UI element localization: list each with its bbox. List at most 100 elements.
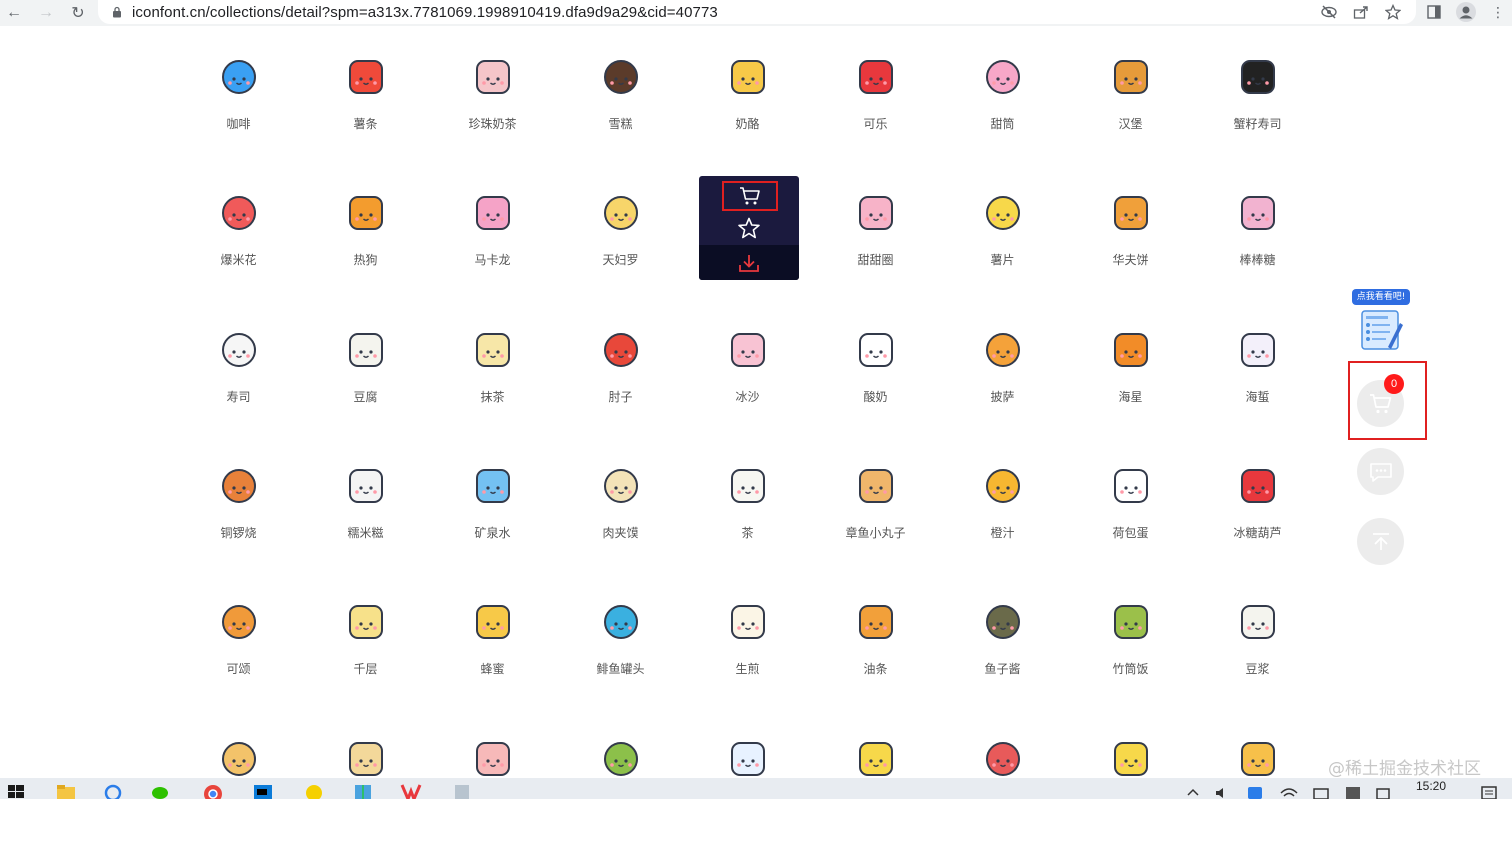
app-blue-green-icon[interactable] xyxy=(352,781,374,799)
icon-label: 甜筒 xyxy=(990,117,1015,131)
icon-cell[interactable]: 蟹籽寿司 xyxy=(1194,36,1321,172)
icon-cell[interactable]: 茶 xyxy=(684,445,811,581)
icon-cell[interactable]: 奶酪 xyxy=(684,36,811,172)
icon-cell[interactable]: 海蜇 xyxy=(1194,309,1321,445)
food-icon xyxy=(221,605,256,639)
icon-cell[interactable]: 糯米糍 xyxy=(302,445,429,581)
download-icon xyxy=(739,255,759,272)
icon-label: 竹筒饭 xyxy=(1112,662,1149,676)
icon-cell[interactable]: 蜂蜜 xyxy=(429,581,556,717)
tray-device-icon[interactable] xyxy=(1310,781,1332,799)
share-icon[interactable] xyxy=(1350,2,1372,22)
chrome-icon[interactable] xyxy=(202,781,224,799)
clipboard-illustration-icon[interactable] xyxy=(1358,307,1404,353)
icon-cell[interactable]: 豆浆 xyxy=(1194,581,1321,717)
icon-cell[interactable]: 油条 xyxy=(812,581,939,717)
icon-label: 热狗 xyxy=(353,253,378,267)
icon-label: 汉堡 xyxy=(1118,117,1143,131)
bookmark-star-icon[interactable] xyxy=(1382,2,1404,22)
file-explorer-icon[interactable] xyxy=(55,781,77,799)
tray-chevron-icon[interactable] xyxy=(1182,781,1204,799)
watermark: @稀土掘金技术社区 xyxy=(1328,759,1481,779)
icon-cell[interactable]: 冰糖葫芦 xyxy=(1194,445,1321,581)
icon-label: 冰糖葫芦 xyxy=(1233,526,1282,540)
icon-cell[interactable]: 珍珠奶茶 xyxy=(429,36,556,172)
icon-cell[interactable]: 寿司 xyxy=(175,309,302,445)
icon-label: 寿司 xyxy=(226,390,251,404)
tip-bubble[interactable]: 点我看看吧! xyxy=(1352,289,1410,305)
icon-cell[interactable]: 矿泉水 xyxy=(429,445,556,581)
tray-app-icon[interactable] xyxy=(1244,781,1266,799)
webstorm-icon[interactable] xyxy=(252,781,274,799)
icon-cell[interactable]: 千层 xyxy=(302,581,429,717)
download-button[interactable] xyxy=(736,252,762,274)
icon-cell[interactable]: 薯条 xyxy=(302,36,429,172)
icon-cell[interactable]: 咖啡 xyxy=(175,36,302,172)
collect-button[interactable] xyxy=(736,216,762,240)
eye-off-icon[interactable] xyxy=(1318,2,1340,22)
app-gray-icon[interactable] xyxy=(451,781,473,799)
icon-cell[interactable]: 甜甜圈 xyxy=(812,172,939,308)
add-to-cart-button[interactable] xyxy=(722,181,778,211)
food-icon xyxy=(858,742,893,776)
food-icon xyxy=(475,333,510,367)
icon-cell[interactable]: 冰沙 xyxy=(684,309,811,445)
search-app-icon[interactable] xyxy=(102,781,124,799)
icon-cell[interactable]: 华夫饼 xyxy=(1067,172,1194,308)
address-bar[interactable]: iconfont.cn/collections/detail?spm=a313x… xyxy=(98,0,1416,24)
tray-misc-icon[interactable] xyxy=(1372,781,1394,799)
icon-cell[interactable]: 可乐 xyxy=(812,36,939,172)
icon-cell[interactable]: 天妇罗 xyxy=(557,172,684,308)
wechat-icon[interactable] xyxy=(150,781,172,799)
icon-cell[interactable]: 荷包蛋 xyxy=(1067,445,1194,581)
icon-cell[interactable]: 鱼子酱 xyxy=(939,581,1066,717)
icon-cell[interactable]: 棒棒糖 xyxy=(1194,172,1321,308)
icon-cell[interactable]: 雪糕 xyxy=(557,36,684,172)
icon-cell[interactable]: 鲱鱼罐头 xyxy=(557,581,684,717)
icon-label: 茶 xyxy=(741,526,754,540)
menu-dots-icon[interactable]: ⋮ xyxy=(1486,2,1510,22)
icon-cell[interactable]: 生煎 xyxy=(684,581,811,717)
icon-label: 橙汁 xyxy=(990,526,1015,540)
icon-cell[interactable]: 薯片 xyxy=(939,172,1066,308)
lock-icon[interactable] xyxy=(110,5,124,19)
icon-label: 薯条 xyxy=(353,117,378,131)
icon-cell[interactable]: 甜筒 xyxy=(939,36,1066,172)
windows-start-icon[interactable] xyxy=(6,781,28,799)
reload-icon[interactable]: ↻ xyxy=(66,3,90,23)
icon-cell[interactable]: 肘子 xyxy=(557,309,684,445)
taskbar: 15:20 xyxy=(0,778,1512,799)
icon-cell[interactable]: 汉堡 xyxy=(1067,36,1194,172)
icon-cell[interactable]: 海星 xyxy=(1067,309,1194,445)
icon-cell[interactable]: 马卡龙 xyxy=(429,172,556,308)
wifi-icon[interactable] xyxy=(1278,781,1300,799)
icon-cell[interactable]: 豆腐 xyxy=(302,309,429,445)
input-method-icon[interactable] xyxy=(1342,781,1364,799)
icon-cell[interactable]: 披萨 xyxy=(939,309,1066,445)
food-icon xyxy=(603,60,638,94)
icon-cell[interactable]: 肉夹馍 xyxy=(557,445,684,581)
side-panel-icon[interactable] xyxy=(1422,2,1446,22)
back-to-top-button[interactable] xyxy=(1357,518,1404,565)
icon-cell[interactable]: 章鱼小丸子 xyxy=(812,445,939,581)
icon-cell[interactable]: 铜锣烧 xyxy=(175,445,302,581)
profile-avatar-icon[interactable] xyxy=(1454,2,1478,22)
arrow-up-icon xyxy=(1372,532,1389,550)
icon-cell[interactable]: 爆米花 xyxy=(175,172,302,308)
icon-cell[interactable]: 抹茶 xyxy=(429,309,556,445)
app-yellow-icon[interactable] xyxy=(303,781,325,799)
floating-chat-button[interactable] xyxy=(1357,448,1404,495)
icon-cell[interactable]: 竹筒饭 xyxy=(1067,581,1194,717)
icon-cell[interactable]: 橙汁 xyxy=(939,445,1066,581)
food-icon xyxy=(1113,469,1148,503)
icon-cell[interactable]: 热狗 xyxy=(302,172,429,308)
icon-label: 鱼子酱 xyxy=(984,662,1021,676)
wps-icon[interactable] xyxy=(400,781,422,799)
icon-label: 铜锣烧 xyxy=(220,526,257,540)
notification-icon[interactable] xyxy=(1478,781,1500,799)
icon-cell[interactable]: 可颂 xyxy=(175,581,302,717)
volume-icon[interactable] xyxy=(1212,781,1234,799)
icon-cell[interactable]: 酸奶 xyxy=(812,309,939,445)
forward-arrow-icon[interactable]: → xyxy=(34,3,58,23)
back-arrow-icon[interactable]: ← xyxy=(2,3,26,23)
